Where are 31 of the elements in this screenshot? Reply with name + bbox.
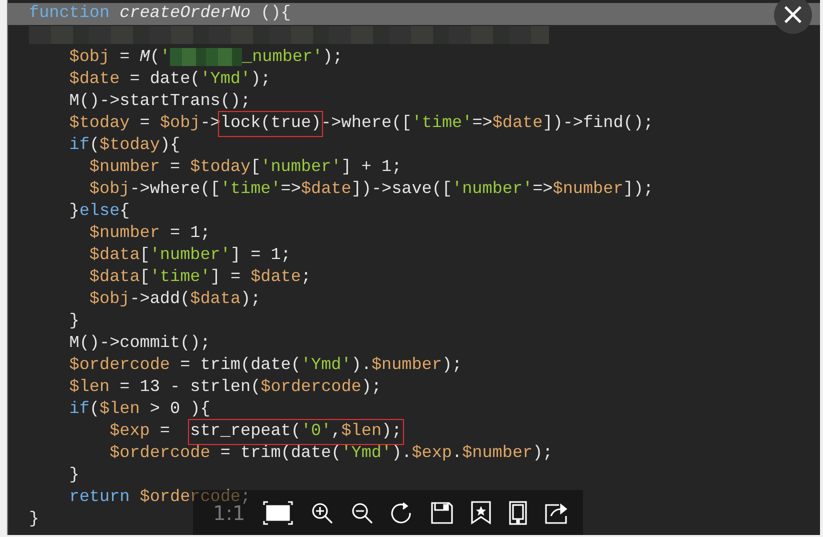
code-line: $number = $today['number'] + 1; — [88, 157, 402, 179]
code-line: $date = date('Ymd'); — [68, 69, 271, 91]
zoom-in-icon[interactable] — [311, 502, 334, 524]
code-line: if($today){ — [68, 135, 180, 157]
code-line: M()->commit(); — [68, 333, 210, 355]
code-line: }else{ — [68, 201, 130, 223]
code-line: $obj->add($data); — [88, 289, 261, 311]
fit-screen-icon[interactable] — [263, 500, 294, 526]
bookmark-star-icon[interactable] — [471, 500, 492, 524]
rotate-icon[interactable] — [391, 502, 414, 524]
code-line: $ordercode = trim(date('Ymd').$exp.$number); — [108, 443, 553, 465]
code-line: $obj->where(['time'=>$date])->save(['number'=>$number]); — [88, 179, 654, 201]
code-line: } — [68, 465, 80, 487]
code-line: M()->startTrans(); — [68, 91, 251, 113]
code-line: $data['time'] = $date; — [88, 267, 312, 289]
code-line: if($len > 0 ){ — [68, 399, 210, 421]
code-line: $obj = M(' _number'); — [68, 47, 343, 69]
code-line: $exp = str_repeat('0',$len); — [8, 421, 402, 443]
code-line: $len = 13 - strlen($ordercode); — [68, 377, 382, 399]
code-line: } — [68, 311, 80, 333]
close-button[interactable]: × — [774, 0, 812, 34]
zoom-out-icon[interactable] — [351, 502, 374, 524]
code-line: $number = 1; — [88, 223, 210, 245]
tablet-icon[interactable] — [509, 500, 528, 524]
code-line: return $ordercode; — [68, 487, 251, 507]
save-icon[interactable] — [431, 502, 454, 524]
code-line: function createOrderNo (){ — [28, 3, 291, 25]
share-icon[interactable] — [545, 502, 570, 524]
code-line: } — [28, 509, 40, 531]
code-line: $ordercode = trim(date('Ymd').$number); — [68, 355, 462, 377]
code-line: $data['number'] = 1; — [88, 245, 291, 267]
